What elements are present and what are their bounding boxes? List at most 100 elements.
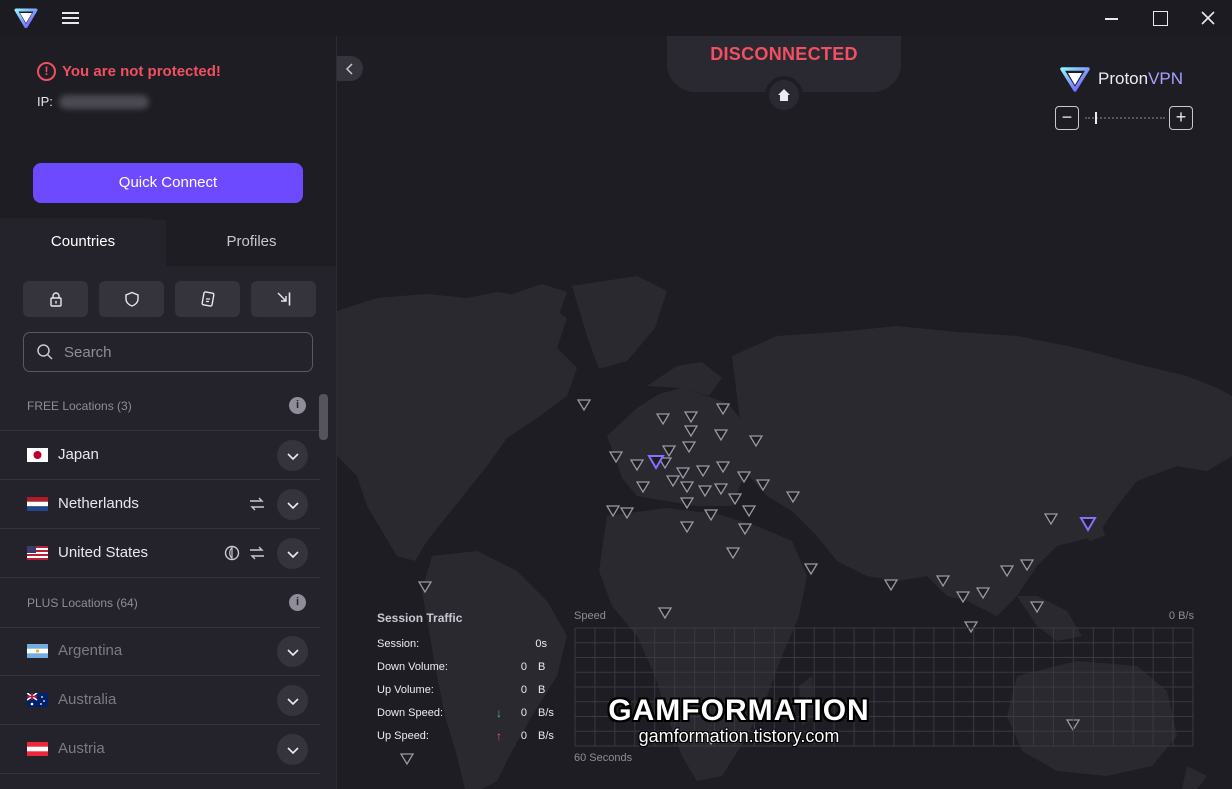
speed-time-window: 60 Seconds xyxy=(574,752,633,764)
traffic-row-session: Session: 0s xyxy=(377,638,577,654)
brand-vpn: VPN xyxy=(1148,69,1184,88)
flag-japan-icon xyxy=(27,448,48,462)
shield-icon xyxy=(124,291,139,307)
up-arrow-icon: ↑ xyxy=(496,729,502,743)
hamburger-icon[interactable] xyxy=(62,9,82,27)
collapse-sidebar-button[interactable] xyxy=(337,56,363,81)
session-traffic-panel: Session Traffic Session: 0s Down Volume:… xyxy=(377,611,577,743)
sidebar-tabs: Profiles Countries xyxy=(0,218,336,266)
chevron-left-icon xyxy=(345,62,353,75)
brand-proton: Proton xyxy=(1098,69,1149,88)
tab-countries[interactable]: Countries xyxy=(0,218,166,266)
watermark: GAMFORMATION gamformation.tistory.com xyxy=(590,694,888,747)
chevron-down-icon xyxy=(286,746,299,754)
close-icon[interactable] xyxy=(1196,6,1220,30)
country-row-austria[interactable]: Austria xyxy=(0,725,320,774)
quick-connect-button[interactable]: Quick Connect xyxy=(33,163,303,203)
country-list-scrollbar[interactable] xyxy=(319,394,328,776)
zoom-control: − + xyxy=(1055,106,1193,130)
p2p-card-icon xyxy=(200,291,215,307)
chevron-down-icon xyxy=(286,550,299,558)
maximize-icon[interactable] xyxy=(1148,6,1172,30)
traffic-row-down-volume: Down Volume: 0 B xyxy=(377,661,577,677)
flag-netherlands-icon xyxy=(27,497,48,511)
free-locations-header: FREE Locations (3) i xyxy=(0,381,320,431)
search-input[interactable] xyxy=(64,343,294,361)
ip-address-redacted xyxy=(58,94,149,109)
traffic-unit: B xyxy=(538,661,546,673)
country-name: Austria xyxy=(58,740,105,757)
flag-australia-icon xyxy=(27,693,48,707)
expand-button[interactable] xyxy=(277,685,308,716)
flag-austria-icon xyxy=(27,742,48,756)
tor-filter-button[interactable] xyxy=(251,281,316,317)
expand-button[interactable] xyxy=(277,636,308,667)
p2p-icon xyxy=(250,546,264,560)
traffic-label: Down Volume: xyxy=(377,661,448,673)
flag-argentina-icon xyxy=(27,644,48,658)
tor-icon xyxy=(224,545,240,561)
connection-panel: ! You are not protected! IP: Quick Conne… xyxy=(0,36,336,220)
ip-label: IP: xyxy=(37,94,53,109)
minimize-icon[interactable] xyxy=(1100,6,1124,30)
secure-core-lock-icon xyxy=(49,292,62,307)
traffic-unit: B xyxy=(538,684,546,696)
expand-button[interactable] xyxy=(277,734,308,765)
country-name: United States xyxy=(58,544,149,561)
alert-icon: ! xyxy=(37,62,56,81)
plus-locations-header: PLUS Locations (64) i xyxy=(0,578,320,628)
scrollbar-thumb[interactable] xyxy=(319,394,328,440)
traffic-row-up-volume: Up Volume: 0 B xyxy=(377,684,577,700)
traffic-label: Down Speed: xyxy=(377,707,444,719)
protonvpn-brand: ProtonVPN xyxy=(1060,66,1183,92)
watermark-url: gamformation.tistory.com xyxy=(638,726,840,746)
free-locations-label: FREE Locations (3) xyxy=(27,399,132,413)
chevron-down-icon xyxy=(286,501,299,509)
protonvpn-logo-icon xyxy=(1060,67,1090,92)
world-map[interactable]: DISCONNECTED ProtonVPN − + Session Traff… xyxy=(337,36,1232,789)
traffic-label: Up Volume: xyxy=(377,684,434,696)
country-row-netherlands[interactable]: Netherlands xyxy=(0,480,320,529)
sidebar: ! You are not protected! IP: Quick Conne… xyxy=(0,36,337,789)
zoom-track[interactable] xyxy=(1085,117,1165,119)
flag-united-states-icon xyxy=(27,546,48,560)
expand-button[interactable] xyxy=(277,489,308,520)
traffic-label: Up Speed: xyxy=(377,730,429,742)
plus-locations-label: PLUS Locations (64) xyxy=(27,596,138,610)
traffic-value: 0 xyxy=(520,730,527,742)
country-name: Netherlands xyxy=(58,495,139,512)
country-row-australia[interactable]: Australia xyxy=(0,676,320,725)
country-row-united-states[interactable]: United States xyxy=(0,529,320,578)
speed-value: 0 B/s xyxy=(1168,610,1194,622)
zoom-in-button[interactable]: + xyxy=(1169,106,1193,130)
zoom-slider-thumb[interactable] xyxy=(1095,112,1097,124)
traffic-label: Session: xyxy=(377,638,420,650)
traffic-value: 0s xyxy=(535,638,547,650)
info-icon[interactable]: i xyxy=(289,397,306,414)
country-row-japan[interactable]: Japan xyxy=(0,431,320,480)
traffic-value: 0 xyxy=(520,661,527,673)
traffic-row-down-speed: Down Speed: ↓ 0 B/s xyxy=(377,706,577,723)
home-button[interactable] xyxy=(765,76,803,114)
country-name: Australia xyxy=(58,691,117,708)
country-row-argentina[interactable]: Argentina xyxy=(0,627,320,676)
protection-warning: ! You are not protected! xyxy=(37,62,221,81)
search-box xyxy=(23,332,313,372)
tab-profiles[interactable]: Profiles xyxy=(166,218,336,266)
secure-core-filter-button[interactable] xyxy=(23,281,88,317)
zoom-out-button[interactable]: − xyxy=(1055,106,1079,130)
down-arrow-icon: ↓ xyxy=(496,706,502,720)
info-icon[interactable]: i xyxy=(289,594,306,611)
traffic-row-up-speed: Up Speed: ↑ 0 B/s xyxy=(377,729,577,746)
chevron-down-icon xyxy=(286,697,299,705)
p2p-filter-button[interactable] xyxy=(175,281,240,317)
title-bar xyxy=(0,0,1232,36)
expand-button[interactable] xyxy=(277,538,308,569)
chevron-down-icon xyxy=(286,648,299,656)
country-name: Japan xyxy=(58,446,99,463)
home-icon xyxy=(778,89,790,101)
netshield-filter-button[interactable] xyxy=(99,281,164,317)
chevron-down-icon xyxy=(286,452,299,460)
p2p-icon xyxy=(250,497,264,511)
expand-button[interactable] xyxy=(277,440,308,471)
